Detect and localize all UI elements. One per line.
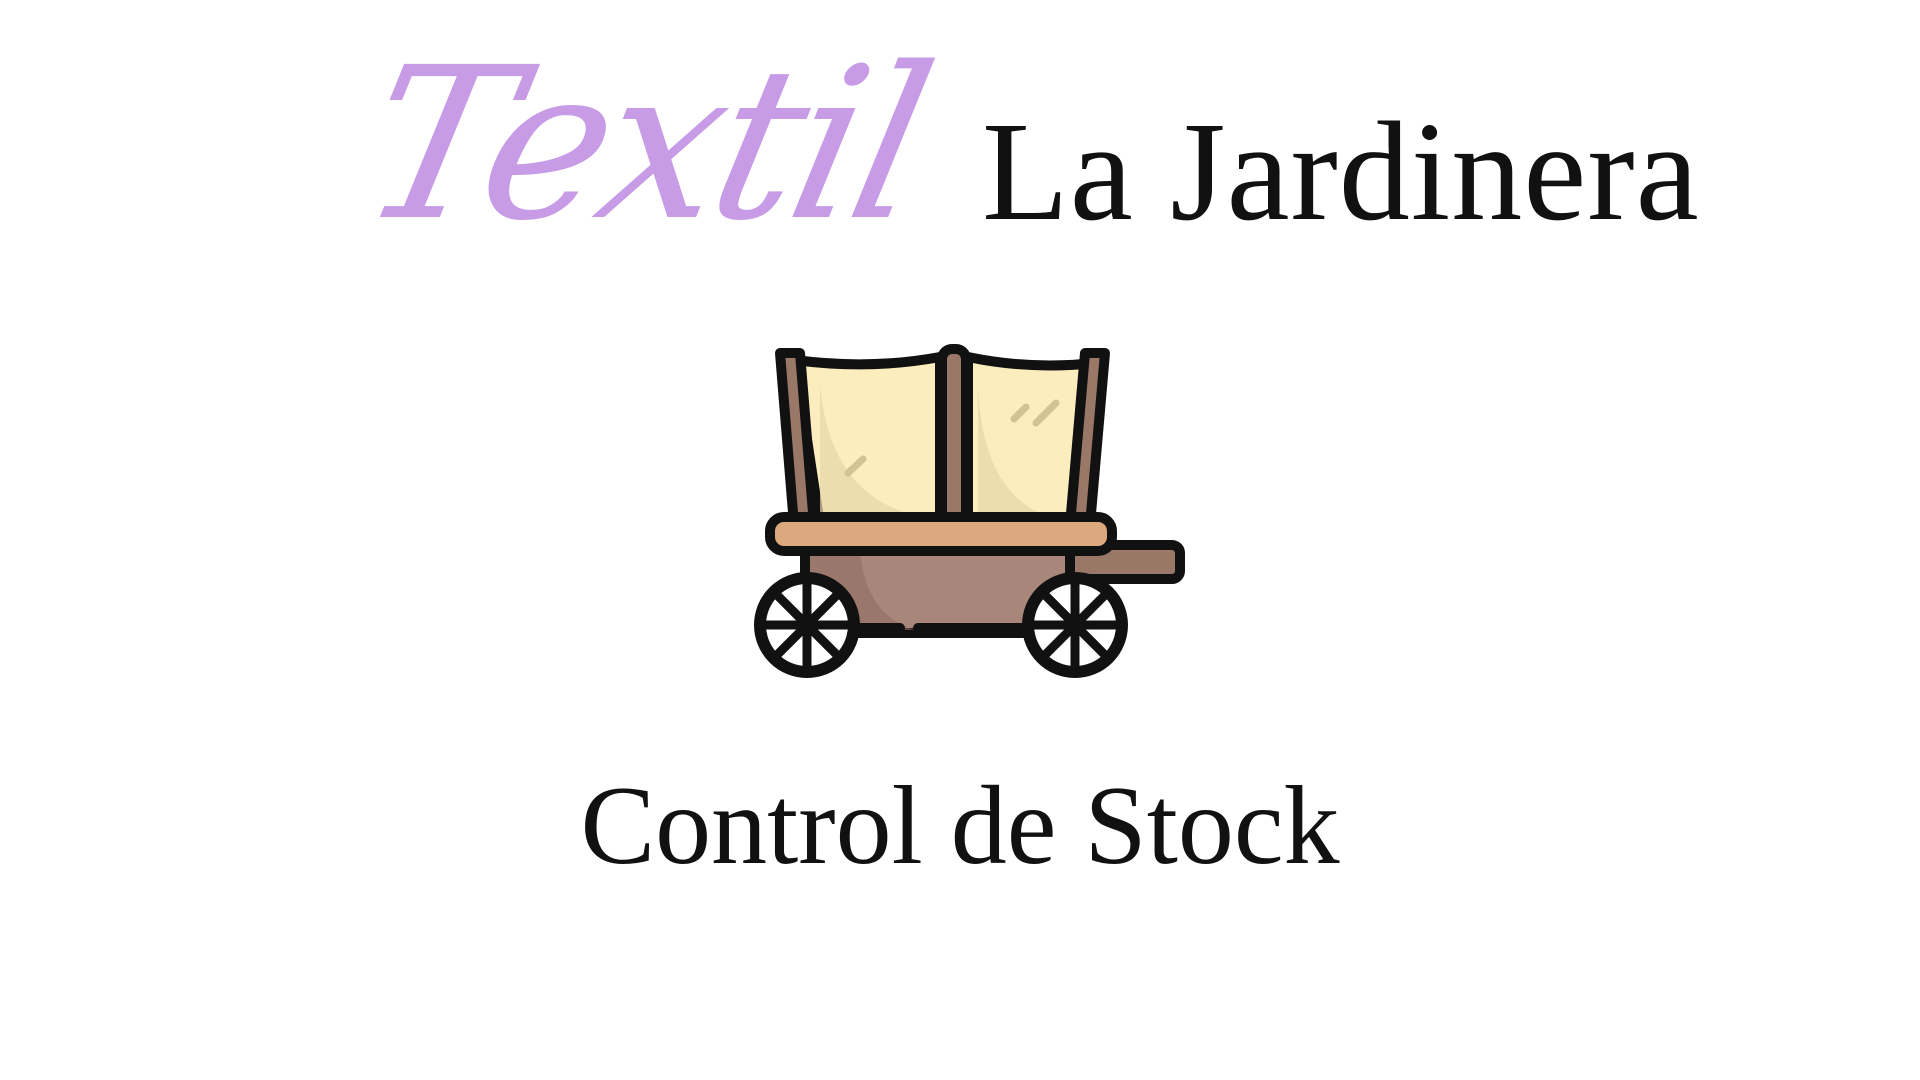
wagon-post-center (937, 344, 971, 534)
splash-screen: Textil La Jardinera Control de Stock (0, 0, 1920, 1080)
wagon-wheel-left (754, 572, 860, 678)
page-subtitle: Control de Stock (580, 764, 1340, 888)
wagon-wheel-right (1022, 572, 1128, 678)
wagon-rim (765, 512, 1117, 556)
covered-wagon-icon (754, 344, 1185, 678)
brand-script-word: Textil (344, 22, 946, 267)
brand-name: La Jardinera (982, 92, 1700, 250)
